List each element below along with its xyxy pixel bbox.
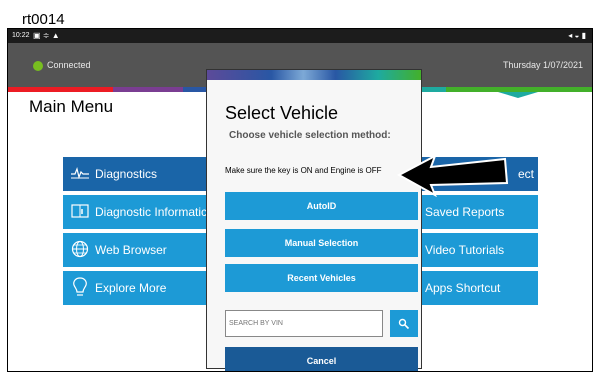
tile-apps-shortcut[interactable]: Apps Shortcut xyxy=(417,271,538,305)
page-title: Main Menu xyxy=(29,97,114,116)
tile-video-tutorials[interactable]: Video Tutorials xyxy=(417,233,538,267)
manual-selection-button[interactable]: Manual Selection xyxy=(225,229,418,257)
tile-saved-reports[interactable]: Saved Reports xyxy=(417,195,538,229)
tile-diagnostic-information[interactable]: Diagnostic Informatic xyxy=(63,195,213,229)
tile-label: Video Tutorials xyxy=(425,243,505,257)
tile-web-browser[interactable]: Web Browser xyxy=(63,233,213,267)
autoid-button[interactable]: AutoID xyxy=(225,192,418,220)
date-label: Thursday 1/07/2021 xyxy=(502,60,583,70)
pointer-arrow-icon xyxy=(397,153,509,197)
tile-label: Diagnostics xyxy=(95,167,158,181)
dialog-subtitle: Choose vehicle selection method: xyxy=(229,130,391,141)
globe-icon xyxy=(69,240,91,261)
status-bar: 10:22 ▣ ≑ ▲ ◂ ◒ ▮ xyxy=(8,29,592,43)
tile-label: Apps Shortcut xyxy=(425,281,501,295)
tablet-screen: 10:22 ▣ ≑ ▲ ◂ ◒ ▮ Connected Thursday 1/0… xyxy=(7,28,593,372)
recent-vehicles-button[interactable]: Recent Vehicles xyxy=(225,264,418,292)
tile-explore-more[interactable]: Explore More xyxy=(63,271,213,305)
frame-label: rt0014 xyxy=(22,11,65,28)
tile-label: Saved Reports xyxy=(425,205,505,219)
search-icon[interactable] xyxy=(390,310,418,337)
ribbon-notch xyxy=(498,92,538,98)
select-vehicle-dialog: Select Vehicle Choose vehicle selection … xyxy=(206,69,422,371)
clock: 10:22 xyxy=(12,32,30,39)
bulb-icon xyxy=(69,276,91,300)
tile-diagnostics[interactable]: Diagnostics xyxy=(63,157,213,191)
book-icon xyxy=(69,203,91,221)
tile-label: Web Browser xyxy=(95,243,167,257)
tile-label: Diagnostic Informatic xyxy=(95,205,208,219)
vin-search-input[interactable] xyxy=(225,310,383,337)
cancel-button[interactable]: Cancel xyxy=(225,347,418,371)
system-icons: ◂ ◒ ▮ xyxy=(568,31,586,40)
connection-label: Connected xyxy=(47,60,91,70)
tile-label: ect xyxy=(518,167,535,181)
dialog-title: Select Vehicle xyxy=(225,103,339,123)
connected-dot-icon xyxy=(33,60,43,71)
connection-status: Connected xyxy=(33,60,91,71)
key-on-note: Make sure the key is ON and Engine is OF… xyxy=(225,166,382,175)
notification-icons: ▣ ≑ ▲ xyxy=(33,31,60,40)
pulse-icon xyxy=(69,166,91,183)
tile-label: Explore More xyxy=(95,281,167,295)
dialog-color-stripe xyxy=(207,70,421,80)
